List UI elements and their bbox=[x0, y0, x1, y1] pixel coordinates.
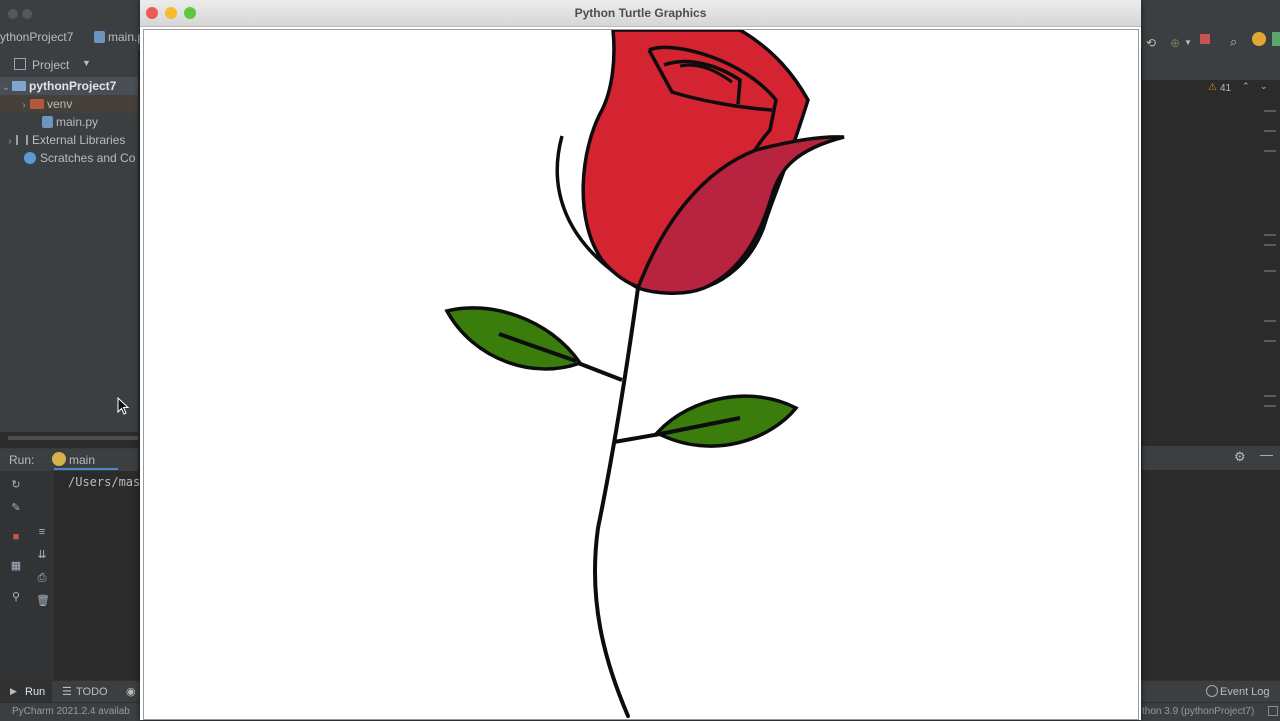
tree-item-venv[interactable]: › venv bbox=[0, 95, 138, 113]
folder-icon bbox=[12, 81, 26, 91]
search-icon[interactable]: ⌕ bbox=[1230, 34, 1237, 50]
project-panel: Project ▼ ⌄ pythonProject7 › venv main.py … bbox=[0, 50, 138, 432]
python-run-icon bbox=[52, 452, 66, 466]
expand-arrow-icon[interactable]: ⌄ bbox=[0, 79, 12, 95]
mouse-pointer-icon bbox=[117, 397, 130, 415]
rose-stem bbox=[592, 286, 640, 718]
print-icon[interactable]: ⎙ bbox=[36, 572, 48, 584]
gutter-mark bbox=[1264, 244, 1276, 246]
gutter-mark bbox=[1264, 110, 1276, 112]
breadcrumb-file-label: main.p bbox=[108, 30, 145, 44]
gutter-mark bbox=[1264, 130, 1276, 132]
warnings-count[interactable]: 41 bbox=[1220, 83, 1231, 94]
breadcrumb-project[interactable]: ythonProject7 bbox=[0, 30, 73, 44]
window-title-bar[interactable]: Python Turtle Graphics bbox=[140, 0, 1141, 27]
tree-item-label: Scratches and Co bbox=[40, 151, 136, 165]
rose-drawing bbox=[444, 28, 845, 718]
run-label: Run: bbox=[9, 453, 35, 467]
chevron-down-icon[interactable]: ⌄ bbox=[1260, 81, 1268, 92]
list-icon: ☰ bbox=[62, 686, 72, 698]
folder-icon bbox=[30, 99, 44, 109]
tree-item-external-libraries[interactable]: › External Libraries bbox=[0, 131, 138, 149]
gutter-mark bbox=[1264, 270, 1276, 272]
active-tab-indicator bbox=[54, 468, 118, 470]
problems-icon[interactable]: ◉ bbox=[126, 685, 136, 698]
collapse-arrow-icon[interactable]: › bbox=[18, 97, 30, 113]
tab-todo[interactable]: TODO bbox=[76, 686, 108, 698]
tree-item-label: pythonProject7 bbox=[29, 79, 117, 93]
run-console-right bbox=[1142, 470, 1280, 680]
left-leaf-stalk bbox=[577, 361, 623, 382]
right-leaf-stalk bbox=[613, 432, 661, 444]
editor-area: ⚠ 41 ⌃ ⌄ bbox=[1142, 80, 1280, 420]
edit-config-icon[interactable]: ⟲ bbox=[1146, 36, 1156, 50]
ide-plugin-icon[interactable] bbox=[1272, 32, 1280, 46]
project-icon bbox=[14, 58, 26, 70]
library-icon bbox=[16, 135, 28, 145]
project-tool-label: Project bbox=[32, 58, 70, 72]
gutter-mark bbox=[1264, 234, 1276, 236]
soft-wrap-icon[interactable]: ≡ bbox=[36, 526, 48, 538]
pin-icon[interactable]: ⚲ bbox=[10, 591, 22, 603]
run-header: Run: main bbox=[0, 449, 138, 471]
python-file-icon bbox=[42, 116, 53, 128]
lock-icon[interactable] bbox=[1268, 706, 1278, 716]
gutter-mark bbox=[1264, 340, 1276, 342]
wrench-icon[interactable]: ✎ bbox=[10, 502, 22, 514]
ide-window-controls bbox=[8, 6, 42, 19]
tree-item-scratches[interactable]: Scratches and Co bbox=[0, 149, 138, 167]
turtle-canvas bbox=[143, 28, 1139, 720]
tree-item-label: venv bbox=[47, 97, 73, 111]
collapse-arrow-icon[interactable]: › bbox=[4, 133, 16, 149]
gear-icon[interactable]: ⚙ bbox=[1234, 449, 1246, 465]
play-icon: ▶ bbox=[10, 686, 17, 696]
tab-run[interactable]: Run bbox=[25, 686, 45, 698]
gutter-mark bbox=[1264, 150, 1276, 152]
trash-icon[interactable]: 🗑 bbox=[36, 595, 50, 607]
chevron-up-icon[interactable]: ⌃ bbox=[1242, 81, 1250, 92]
scratches-icon bbox=[24, 152, 36, 164]
run-panel-right-header: ⚙ — bbox=[1142, 446, 1280, 470]
tree-item-main-py[interactable]: main.py bbox=[0, 113, 138, 131]
chevron-down-icon[interactable]: ▼ bbox=[82, 58, 91, 68]
rerun-icon[interactable]: ↻ bbox=[10, 479, 22, 491]
gutter-mark bbox=[1264, 320, 1276, 322]
coverage-icon[interactable]: ⊕ bbox=[1170, 36, 1180, 50]
tab-event-log[interactable]: Event Log bbox=[1220, 686, 1270, 698]
turtle-window: Python Turtle Graphics bbox=[140, 0, 1141, 720]
tree-item-project-root[interactable]: ⌄ pythonProject7 bbox=[0, 77, 138, 95]
stop-icon[interactable] bbox=[1200, 34, 1210, 44]
gutter-mark bbox=[1264, 395, 1276, 397]
gutter-mark bbox=[1264, 405, 1276, 407]
python-file-icon bbox=[94, 31, 105, 43]
console-output: /Users/mas bbox=[68, 475, 141, 489]
panel-splitter[interactable] bbox=[8, 436, 138, 440]
run-panel: Run: main ↻ ✎ ■ ▦ ⚲ ≡ ⇊ ⎙ 🗑 /Users/mas bbox=[0, 448, 141, 681]
minimize-panel-icon[interactable]: — bbox=[1260, 447, 1273, 462]
tree-item-label: External Libraries bbox=[32, 133, 126, 147]
window-title: Python Turtle Graphics bbox=[574, 6, 707, 20]
ide-right-toolbar: ⟲ ⊕ ▼ ⌕ bbox=[1142, 32, 1280, 80]
event-log-icon bbox=[1206, 685, 1218, 697]
status-interpreter[interactable]: thon 3.9 (pythonProject7) bbox=[1142, 706, 1254, 717]
tree-item-label: main.py bbox=[56, 115, 99, 129]
update-icon[interactable] bbox=[1252, 32, 1266, 46]
layout-icon[interactable]: ▦ bbox=[10, 560, 22, 572]
run-tab-main[interactable]: main bbox=[69, 453, 95, 467]
project-tool-header[interactable]: Project ▼ bbox=[0, 58, 138, 78]
run-toolbar: ↻ ✎ ■ ▦ ⚲ ≡ ⇊ ⎙ 🗑 bbox=[0, 471, 54, 681]
status-update-message[interactable]: PyCharm 2021.2.4 availab bbox=[12, 706, 130, 717]
stop-icon[interactable]: ■ bbox=[10, 531, 22, 543]
breadcrumb-file[interactable]: main.p bbox=[94, 30, 144, 44]
warning-icon: ⚠ bbox=[1208, 82, 1217, 93]
scroll-to-end-icon[interactable]: ⇊ bbox=[36, 549, 48, 561]
chevron-down-icon[interactable]: ▼ bbox=[1184, 38, 1192, 47]
